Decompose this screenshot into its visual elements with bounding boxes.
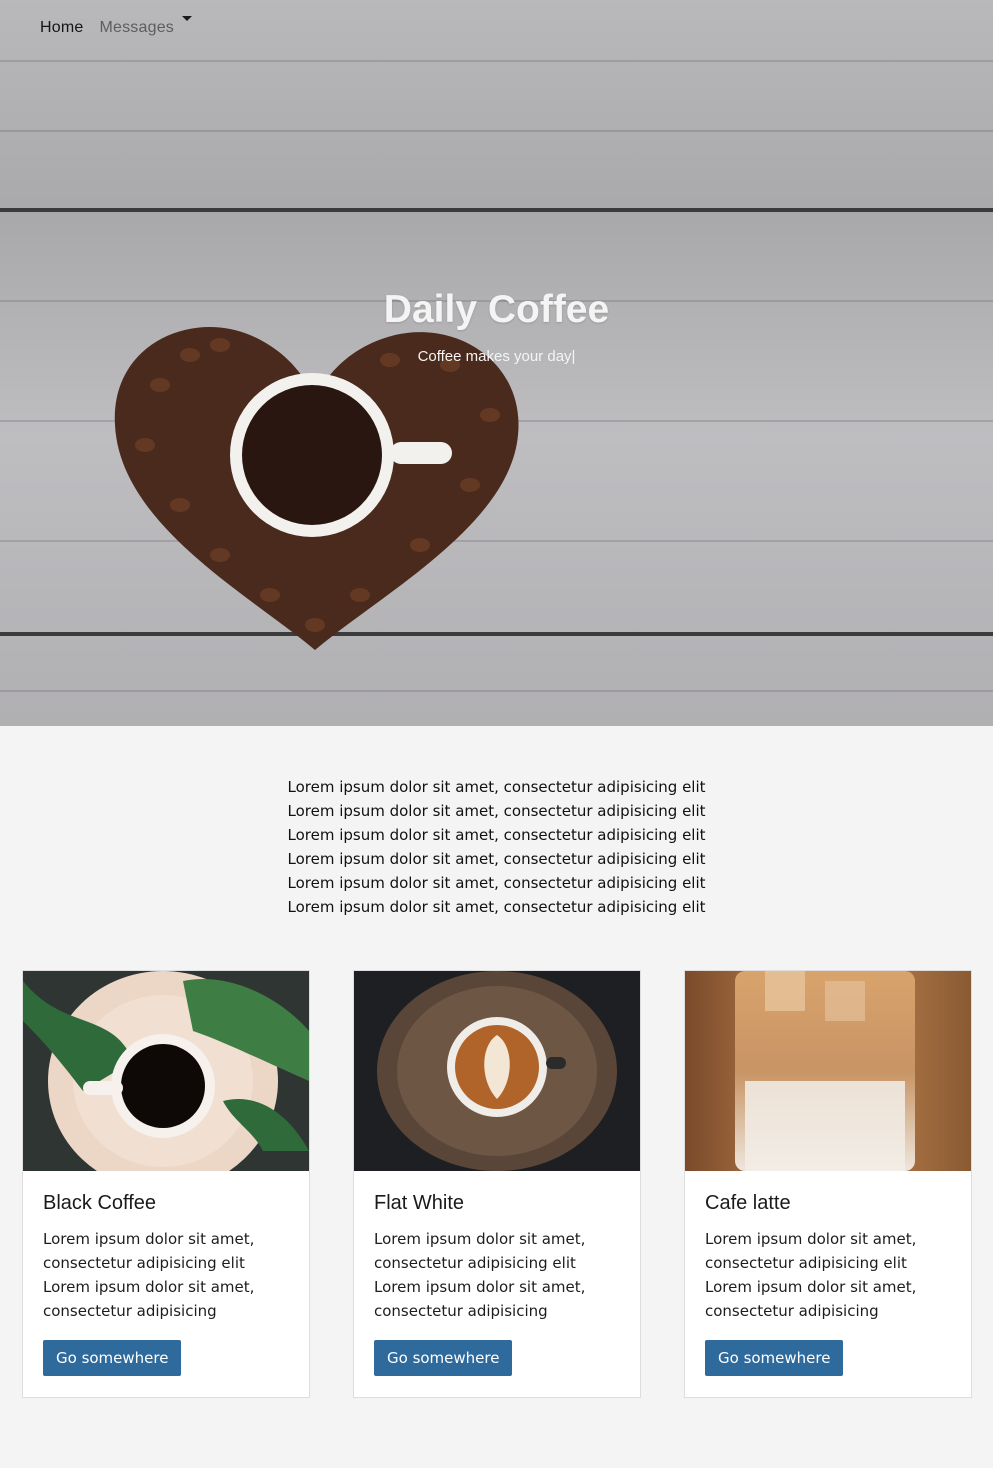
go-somewhere-button[interactable]: Go somewhere <box>705 1340 844 1376</box>
intro-line: Lorem ipsum dolor sit amet, consectetur … <box>287 826 706 844</box>
card-text: Lorem ipsum dolor sit amet, consectetur … <box>43 1230 255 1320</box>
card-text: Lorem ipsum dolor sit amet, consectetur … <box>374 1230 586 1320</box>
go-somewhere-button[interactable]: Go somewhere <box>43 1340 182 1376</box>
card-title: Black Coffee <box>43 1192 157 1214</box>
hero-title: Daily Coffee <box>383 288 610 331</box>
intro-line: Lorem ipsum dolor sit amet, consectetur … <box>287 898 706 916</box>
card-image <box>23 971 309 1171</box>
card-title: Flat White <box>374 1192 465 1214</box>
card-title: Cafe latte <box>705 1192 791 1214</box>
black-coffee-image <box>23 971 309 1171</box>
go-somewhere-button[interactable]: Go somewhere <box>374 1340 513 1376</box>
wood-grain <box>0 130 993 132</box>
wood-grain <box>0 60 993 62</box>
card-image <box>685 971 971 1171</box>
card-flat-white: Flat White Lorem ipsum dolor sit amet, c… <box>353 970 641 1398</box>
intro-line: Lorem ipsum dolor sit amet, consectetur … <box>287 802 706 820</box>
caret-down-icon[interactable] <box>182 15 193 21</box>
card-text: Lorem ipsum dolor sit amet, consectetur … <box>705 1230 917 1320</box>
card-cafe-latte: Cafe latte Lorem ipsum dolor sit amet, c… <box>684 970 972 1398</box>
wood-plank-seam <box>0 208 993 212</box>
intro-section: Lorem ipsum dolor sit amet, consectetur … <box>0 775 993 919</box>
intro-line: Lorem ipsum dolor sit amet, consectetur … <box>287 850 706 868</box>
wood-grain <box>0 690 993 692</box>
nav-home-link[interactable]: Home <box>40 19 83 37</box>
hero-section: Home Messages Daily Coffee Coffee makes … <box>0 0 993 726</box>
nav-messages-dropdown[interactable]: Messages <box>99 19 174 37</box>
card-black-coffee: Black Coffee Lorem ipsum dolor sit amet,… <box>22 970 310 1398</box>
intro-line: Lorem ipsum dolor sit amet, consectetur … <box>287 874 706 892</box>
flat-white-image <box>354 971 640 1171</box>
intro-line: Lorem ipsum dolor sit amet, consectetur … <box>287 778 706 796</box>
top-nav: Home Messages <box>40 15 193 38</box>
hero-subtitle: Coffee makes your day| <box>417 348 576 365</box>
card-image <box>354 971 640 1171</box>
cafe-latte-image <box>685 971 971 1171</box>
